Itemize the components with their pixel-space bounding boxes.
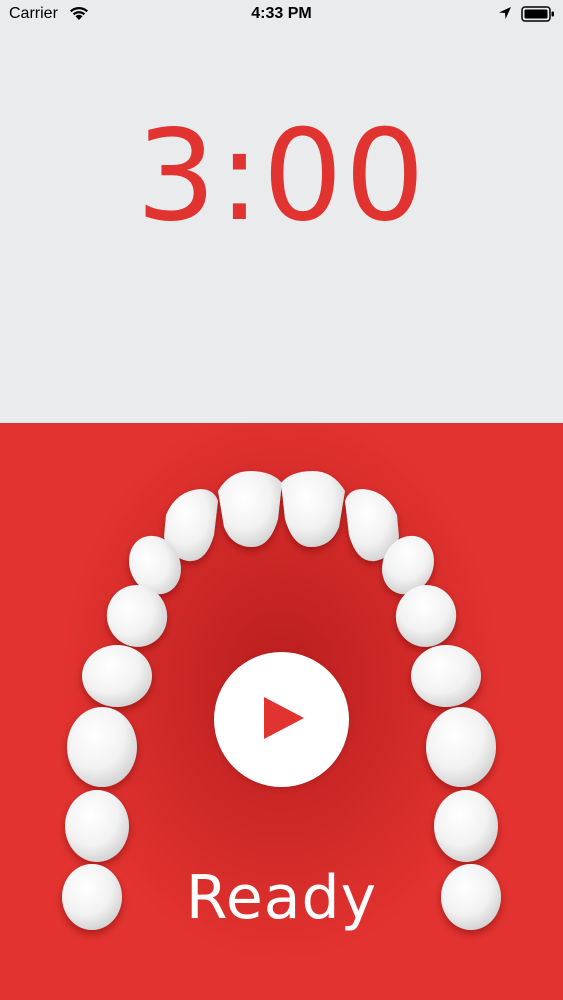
location-arrow-icon [498, 6, 512, 25]
play-icon [264, 697, 304, 739]
status-time: 4:33 PM [251, 5, 312, 22]
teeth-panel: Ready [0, 423, 563, 1000]
timer-panel: 3:00 [0, 30, 563, 423]
play-button[interactable] [214, 652, 349, 787]
status-bar: Carrier 4:33 PM [0, 0, 563, 30]
status-label: Ready [185, 863, 378, 933]
countdown-timer: 3:00 [136, 102, 427, 249]
battery-icon [521, 6, 555, 27]
